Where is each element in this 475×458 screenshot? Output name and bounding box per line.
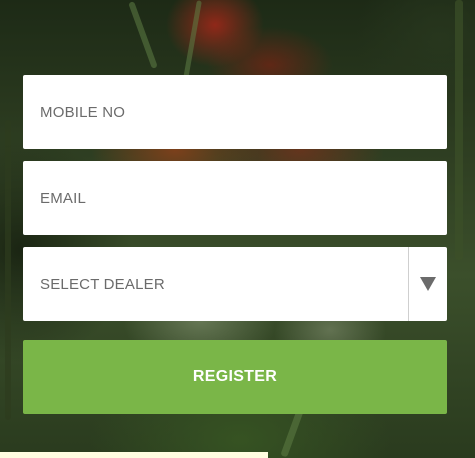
email-field[interactable]: EMAIL — [23, 161, 447, 235]
register-button[interactable]: REGISTER — [23, 340, 447, 414]
triangle-down-icon[interactable] — [409, 247, 447, 321]
mobile-number-field[interactable]: MOBILE NO — [23, 75, 447, 149]
mobile-number-placeholder: MOBILE NO — [40, 103, 126, 121]
dealer-select[interactable]: SELECT DEALER — [23, 247, 447, 321]
dealer-select-value: SELECT DEALER — [40, 275, 165, 293]
email-placeholder: EMAIL — [40, 189, 87, 207]
registration-screen: MOBILE NO EMAIL SELECT DEALER REGISTER — [0, 0, 475, 458]
bottom-strip — [0, 452, 268, 458]
